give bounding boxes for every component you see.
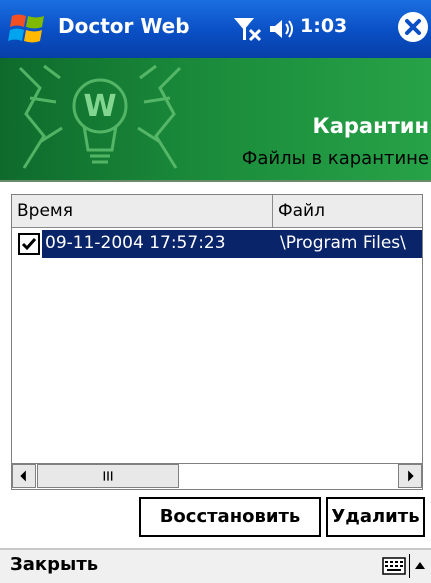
item-checkbox[interactable] [18,233,40,255]
cell-time: 09-11-2004 17:57:23 [45,233,226,253]
menu-separator [409,554,410,578]
up-arrow-icon[interactable] [414,560,426,570]
restore-button[interactable]: Восстановить [139,497,321,537]
signal-off-icon[interactable] [232,16,262,42]
doctor-web-logo-icon: W [18,64,182,169]
list-item[interactable]: 09-11-2004 17:57:23 \Program Files\ [12,230,422,258]
keyboard-icon[interactable] [382,557,406,575]
horizontal-scrollbar[interactable] [12,463,422,488]
grip-icon [103,471,113,481]
column-header-file[interactable]: Файл [273,195,422,228]
arrow-right-icon [408,470,414,482]
scroll-left-button[interactable] [12,464,36,488]
column-header-time[interactable]: Время [12,195,273,228]
app-title: Doctor Web [58,14,190,38]
cell-file: \Program Files\ [280,233,406,253]
close-icon [405,19,421,35]
checkmark-icon [21,238,37,251]
title-bar: Doctor Web 1:03 [0,0,431,58]
clock[interactable]: 1:03 [300,15,347,37]
close-menu-item[interactable]: Закрыть [10,554,98,575]
close-button[interactable] [398,12,428,42]
svg-text:W: W [83,89,116,124]
volume-icon[interactable] [268,18,296,40]
delete-button[interactable]: Удалить [326,497,425,537]
arrow-left-icon [20,470,26,482]
menu-bar: Закрыть [0,548,431,583]
quarantine-list[interactable]: Время Файл 09-11-2004 17:57:23 \Program … [11,194,423,490]
page-title: Карантин [312,114,429,138]
windows-start-icon[interactable] [8,10,48,48]
scroll-right-button[interactable] [398,464,422,488]
scroll-thumb[interactable] [37,464,179,488]
banner-divider [0,180,431,182]
page-subtitle: Файлы в карантине [241,148,429,169]
